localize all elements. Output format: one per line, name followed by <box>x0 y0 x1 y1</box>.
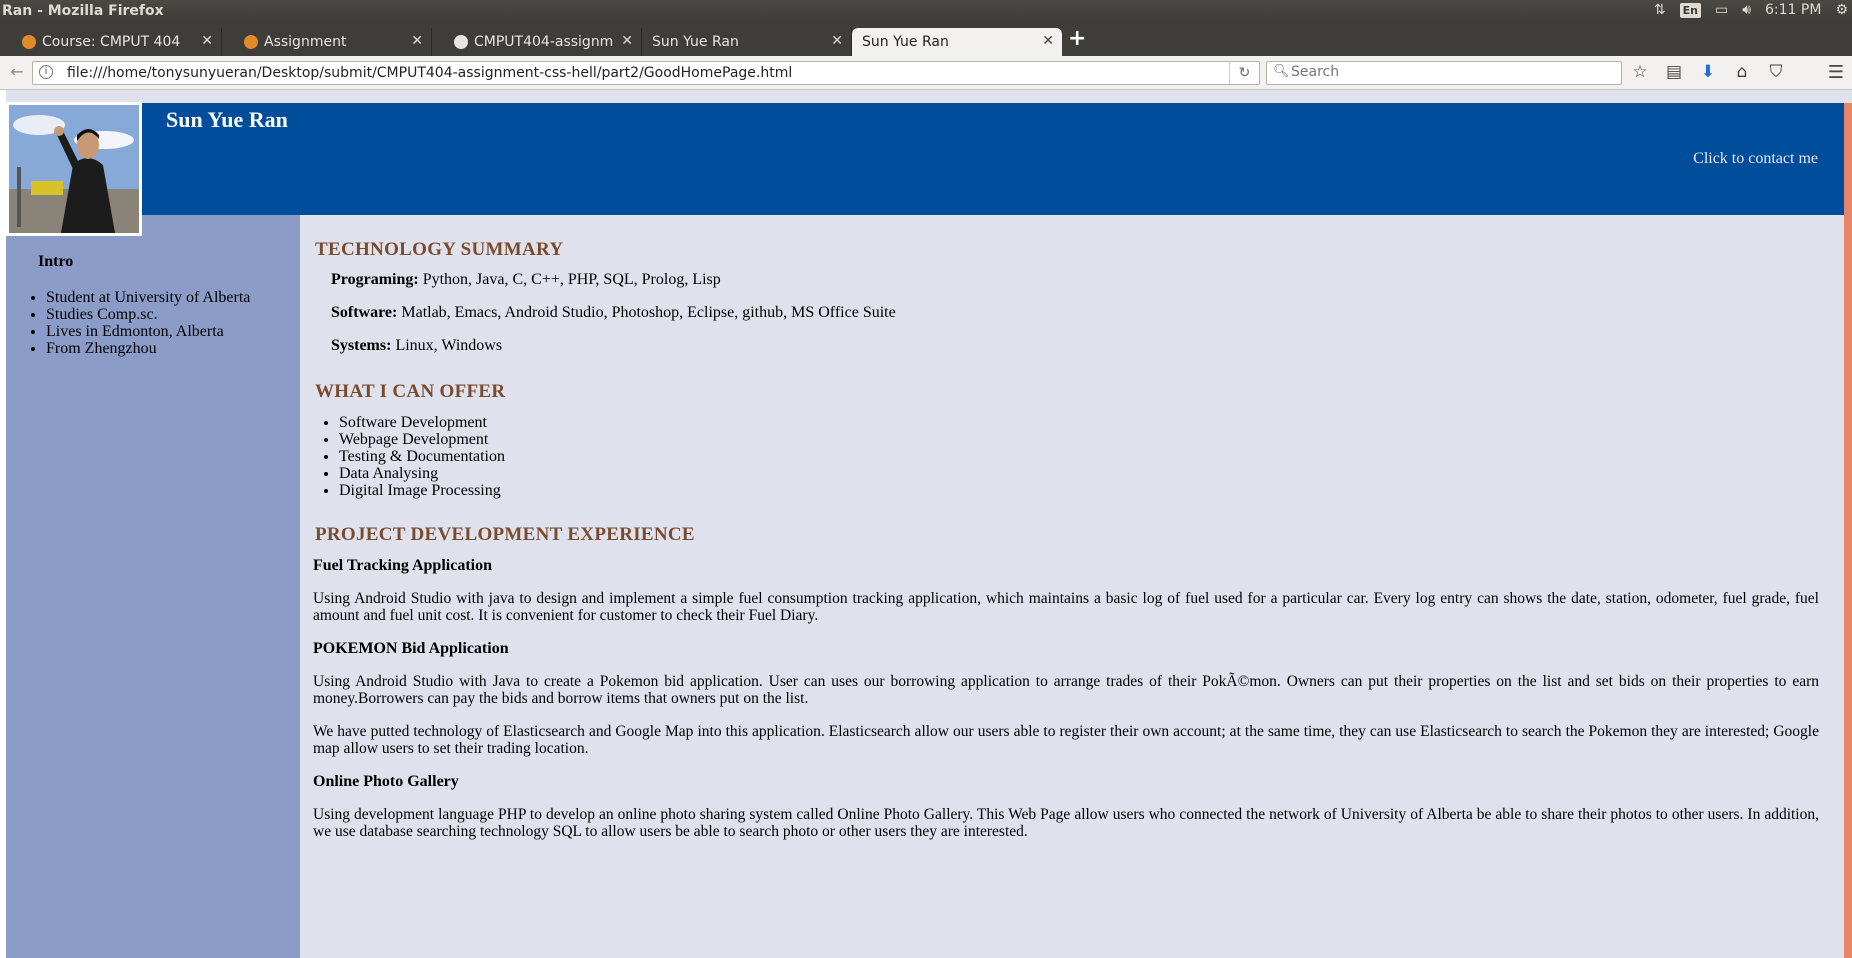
skill-row-programming: Programing: Python, Java, C, C++, PHP, S… <box>331 271 721 289</box>
skill-value: Matlab, Emacs, Android Studio, Photoshop… <box>397 304 896 321</box>
list-item: Testing & Documentation <box>339 448 505 465</box>
skill-row-software: Software: Matlab, Emacs, Android Studio,… <box>331 304 896 322</box>
tab-label: Assignment <box>264 34 347 50</box>
bookmark-star-icon[interactable]: ☆ <box>1630 62 1650 82</box>
intro-list: Student at University of Alberta Studies… <box>46 289 250 357</box>
section-heading-tech: TECHNOLOGY SUMMARY <box>315 239 564 260</box>
project-title: Fuel Tracking Application <box>313 557 492 574</box>
tab-github[interactable]: CMPUT404-assignm... ✕ <box>432 28 642 56</box>
reading-list-icon[interactable]: ▤ <box>1664 62 1684 82</box>
skill-label: Software: <box>331 304 398 321</box>
tab-course[interactable]: Course: CMPUT 404 ... ✕ <box>0 28 222 56</box>
skill-label: Systems: <box>331 337 392 354</box>
tab-label: CMPUT404-assignm... <box>474 34 614 50</box>
close-icon[interactable]: ✕ <box>201 33 213 49</box>
contact-link[interactable]: Click to contact me <box>1693 150 1818 168</box>
project-description: Using Android Studio with java to design… <box>313 590 1819 624</box>
skill-value: Python, Java, C, C++, PHP, SQL, Prolog, … <box>418 271 721 288</box>
profile-photo-image <box>9 105 139 233</box>
list-item: Lives in Edmonton, Alberta <box>46 323 250 340</box>
offer-list: Software Development Webpage Development… <box>339 414 505 499</box>
tab-label: Course: CMPUT 404 ... <box>42 34 182 50</box>
back-arrow-icon[interactable]: ← <box>5 62 29 84</box>
skill-value: Linux, Windows <box>391 337 503 354</box>
download-arrow-icon[interactable]: ⬇ <box>1698 62 1718 82</box>
tab-label: Sun Yue Ran <box>652 34 739 50</box>
sidebar-heading: Intro <box>38 253 74 270</box>
list-item: Software Development <box>339 414 505 431</box>
tab-sun-yue-ran-active[interactable]: Sun Yue Ran ✕ <box>852 28 1062 56</box>
close-icon[interactable]: ✕ <box>831 33 843 49</box>
project-title: Online Photo Gallery <box>313 773 459 790</box>
profile-photo <box>6 102 142 236</box>
keyboard-layout-indicator[interactable]: En <box>1679 2 1701 18</box>
tab-sun-yue-ran[interactable]: Sun Yue Ran ✕ <box>642 28 852 56</box>
page-header: Sun Yue Ran Click to contact me <box>6 103 1844 215</box>
project-description: Using development language PHP to develo… <box>313 806 1819 840</box>
sidebar: Intro Student at University of Alberta S… <box>6 215 300 958</box>
os-top-bar: Ran - Mozilla Firefox ⇅ En ▭ 🔊︎ 6:11 PM … <box>0 0 1852 24</box>
hamburger-menu-icon[interactable]: ☰ <box>1828 62 1844 83</box>
project-description: We have putted technology of Elasticsear… <box>313 723 1819 757</box>
section-heading-offer: WHAT I CAN OFFER <box>315 381 506 402</box>
list-item: Data Analysing <box>339 465 505 482</box>
list-item: Studies Comp.sc. <box>46 306 250 323</box>
project-title: POKEMON Bid Application <box>313 640 509 657</box>
close-icon[interactable]: ✕ <box>411 33 423 49</box>
url-bar[interactable]: i file:///home/tonysunyueran/Desktop/sub… <box>32 61 1260 85</box>
github-icon <box>454 35 468 49</box>
page-title: Sun Yue Ran <box>166 107 288 132</box>
list-item: Webpage Development <box>339 431 505 448</box>
pocket-icon[interactable]: ⛉ <box>1766 62 1786 82</box>
search-icon: 🔍︎ <box>1273 64 1290 79</box>
web-page: Sun Yue Ran Click to contact me Intro St… <box>0 90 1852 958</box>
battery-icon[interactable]: ▭ <box>1715 2 1728 18</box>
toolbar-icons: ☆ ▤ ⬇ ⌂ ⛉ <box>1630 62 1786 82</box>
list-item: Digital Image Processing <box>339 482 505 499</box>
skill-label: Programing: <box>331 271 419 288</box>
reload-icon[interactable]: ↻ <box>1229 62 1259 84</box>
system-tray: ⇅ En ▭ 🔊︎ 6:11 PM ⚙ <box>1654 2 1848 18</box>
tab-label: Sun Yue Ran <box>862 34 949 50</box>
tab-assignment[interactable]: Assignment ✕ <box>222 28 432 56</box>
close-icon[interactable]: ✕ <box>621 33 633 49</box>
accent-bar <box>1844 103 1852 958</box>
network-icon[interactable]: ⇅ <box>1654 2 1666 18</box>
new-tab-plus-icon[interactable]: + <box>1068 26 1086 51</box>
navigation-bar: ← i file:///home/tonysunyueran/Desktop/s… <box>0 56 1852 90</box>
volume-icon[interactable]: 🔊︎ <box>1742 2 1751 18</box>
section-heading-projects: PROJECT DEVELOPMENT EXPERIENCE <box>315 524 695 545</box>
list-item: From Zhengzhou <box>46 340 250 357</box>
url-text[interactable]: file:///home/tonysunyueran/Desktop/submi… <box>67 65 792 81</box>
info-icon[interactable]: i <box>39 65 53 79</box>
eclass-icon <box>22 35 36 49</box>
skill-row-systems: Systems: Linux, Windows <box>331 337 502 355</box>
clock[interactable]: 6:11 PM <box>1765 2 1821 18</box>
settings-gear-icon[interactable]: ⚙ <box>1835 2 1848 18</box>
window-title: Ran - Mozilla Firefox <box>2 3 164 19</box>
search-bar[interactable]: 🔍︎ <box>1266 61 1622 85</box>
list-item: Student at University of Alberta <box>46 289 250 306</box>
close-icon[interactable]: ✕ <box>1042 33 1054 49</box>
eclass-icon <box>244 35 258 49</box>
project-description: Using Android Studio with Java to create… <box>313 673 1819 707</box>
tab-bar: Course: CMPUT 404 ... ✕ Assignment ✕ CMP… <box>0 24 1852 56</box>
search-input[interactable] <box>1291 64 1611 80</box>
home-icon[interactable]: ⌂ <box>1732 62 1752 82</box>
